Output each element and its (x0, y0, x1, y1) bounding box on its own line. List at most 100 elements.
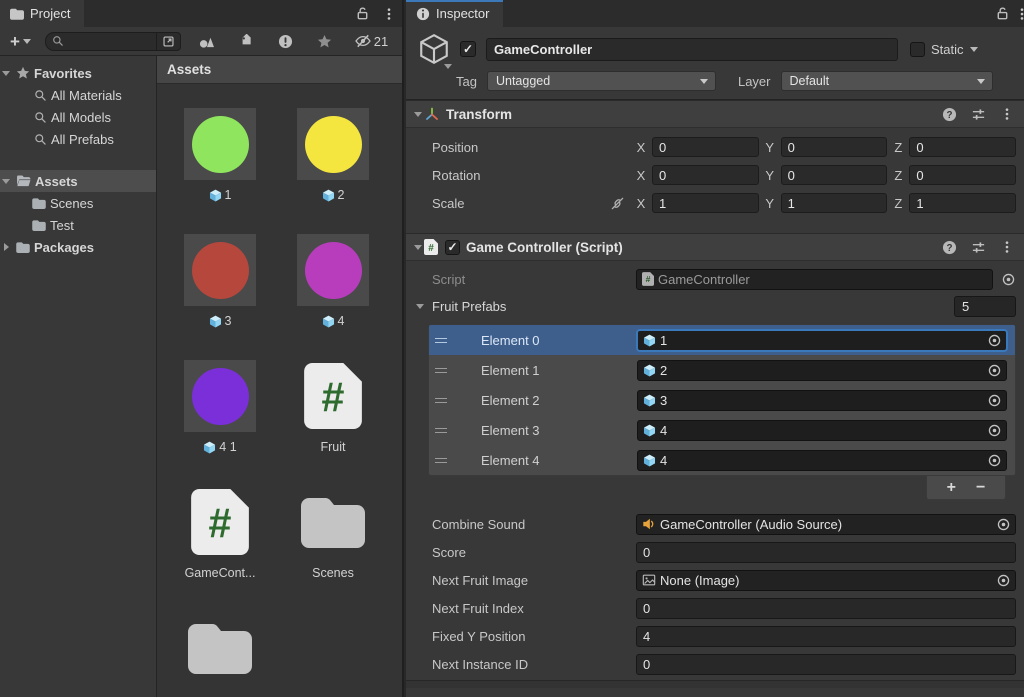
element-4-object-field[interactable]: 4 (637, 450, 1007, 471)
unlock-icon[interactable] (355, 6, 370, 21)
position-x-field[interactable]: 0 (652, 137, 759, 157)
element-3-object-field[interactable]: 4 (637, 420, 1007, 441)
element-2-row[interactable]: Element 2 3 (429, 385, 1015, 415)
link-off-icon[interactable] (610, 196, 625, 211)
next-fruit-image-object-field[interactable]: None (Image) (636, 570, 1016, 591)
search-input[interactable] (64, 34, 144, 48)
asset-prefab-2[interactable]: 2 (297, 108, 369, 203)
hidden-packages-button[interactable]: 21 (348, 29, 394, 53)
element-1-object-field[interactable]: 2 (637, 360, 1007, 381)
fixed-y-position-field[interactable]: 4 (636, 626, 1016, 647)
unlock-icon[interactable] (995, 6, 1010, 21)
position-z-field[interactable]: 0 (909, 137, 1016, 157)
tab-project[interactable]: Project (0, 0, 84, 27)
next-instance-id-field[interactable]: 0 (636, 654, 1016, 675)
asset-label: 4 1 (219, 440, 236, 454)
asset-prefab-1[interactable]: 1 (184, 108, 256, 203)
object-picker-icon[interactable] (987, 423, 1002, 438)
search-by-importlog-button[interactable] (269, 29, 301, 53)
presets-icon[interactable] (971, 107, 986, 122)
foldout-open-icon[interactable] (412, 245, 424, 250)
gamecontroller-script-header[interactable]: ✓ Game Controller (Script) (406, 233, 1024, 261)
foldout-open-icon[interactable] (412, 112, 424, 117)
next-fruit-index-field[interactable]: 0 (636, 598, 1016, 619)
foldout-open-icon[interactable] (0, 71, 12, 76)
element-4-row[interactable]: Element 4 4 (429, 445, 1015, 475)
drag-handle-icon[interactable] (435, 428, 447, 433)
element-3-row[interactable]: Element 3 4 (429, 415, 1015, 445)
object-picker-icon[interactable] (1001, 272, 1016, 287)
asset-prefab-4-1[interactable]: 4 1 (184, 360, 256, 455)
asset-script-fruit[interactable]: Fruit (297, 360, 369, 455)
rotation-x-field[interactable]: 0 (652, 165, 759, 185)
tag-dropdown[interactable]: Untagged (487, 71, 716, 91)
foldout-closed-icon[interactable] (0, 243, 12, 251)
save-search-button[interactable] (309, 29, 341, 53)
score-field[interactable]: 0 (636, 542, 1016, 563)
active-checkbox[interactable]: ✓ (460, 41, 476, 57)
gameobject-name-input[interactable] (486, 38, 898, 61)
layer-dropdown[interactable]: Default (781, 71, 993, 91)
gameobject-icon-button[interactable] (414, 32, 454, 66)
tree-item-packages[interactable]: Packages (0, 236, 156, 258)
presets-icon[interactable] (971, 240, 986, 255)
scale-z-field[interactable]: 1 (909, 193, 1016, 213)
kebab-menu-icon[interactable] (1015, 7, 1024, 21)
tree-item-scenes[interactable]: Scenes (0, 192, 156, 214)
create-asset-button[interactable]: + (4, 30, 37, 52)
search-by-label-button[interactable] (230, 29, 262, 53)
tree-item-all-materials[interactable]: All Materials (0, 84, 156, 106)
rotation-z-field[interactable]: 0 (909, 165, 1016, 185)
kebab-menu-icon[interactable] (1000, 107, 1014, 121)
object-picker-icon[interactable] (987, 453, 1002, 468)
component-enabled-checkbox[interactable]: ✓ (445, 240, 460, 255)
tree-item-all-prefabs[interactable]: All Prefabs (0, 128, 156, 150)
add-element-button[interactable]: + (947, 480, 956, 496)
asset-prefab-4[interactable]: 4 (297, 234, 369, 329)
scale-y-field[interactable]: 1 (781, 193, 888, 213)
scale-x-field[interactable]: 1 (652, 193, 759, 213)
element-2-object-field[interactable]: 3 (637, 390, 1007, 411)
transform-header[interactable]: Transform (406, 100, 1024, 128)
kebab-menu-icon[interactable] (1000, 240, 1014, 254)
project-search-field[interactable] (45, 32, 157, 51)
asset-folder-scenes[interactable]: Scenes (297, 486, 369, 581)
tree-item-test[interactable]: Test (0, 214, 156, 236)
element-0-object-field[interactable]: 1 (637, 330, 1007, 351)
tab-inspector[interactable]: Inspector (406, 0, 503, 27)
drag-handle-icon[interactable] (435, 368, 447, 373)
project-toolbar: + 21 (0, 27, 402, 56)
tree-item-favorites[interactable]: Favorites (0, 62, 156, 84)
drag-handle-icon[interactable] (435, 338, 447, 343)
object-picker-icon[interactable] (987, 363, 1002, 378)
drag-handle-icon[interactable] (435, 398, 447, 403)
tree-item-assets[interactable]: Assets (0, 170, 156, 192)
asset-prefab-3[interactable]: 3 (184, 234, 256, 329)
help-icon[interactable] (942, 107, 957, 122)
object-picker-icon[interactable] (987, 393, 1002, 408)
script-object-field[interactable]: GameController (636, 269, 993, 290)
rotation-y-field[interactable]: 0 (781, 165, 888, 185)
position-y-field[interactable]: 0 (781, 137, 888, 157)
element-0-row[interactable]: Element 0 1 (429, 325, 1015, 355)
drag-handle-icon[interactable] (435, 458, 447, 463)
remove-element-button[interactable]: − (976, 480, 985, 496)
kebab-menu-icon[interactable] (382, 7, 396, 21)
tree-item-all-models[interactable]: All Models (0, 106, 156, 128)
object-picker-icon[interactable] (996, 517, 1011, 532)
foldout-open-icon[interactable] (0, 179, 12, 184)
static-checkbox[interactable] (910, 42, 925, 57)
object-picker-icon[interactable] (987, 333, 1002, 348)
open-search-window-button[interactable] (157, 32, 181, 51)
fruit-prefabs-header[interactable]: Fruit Prefabs 5 (406, 293, 1024, 319)
combine-sound-object-field[interactable]: GameController (Audio Source) (636, 514, 1016, 535)
static-dropdown-caret[interactable] (970, 47, 978, 52)
object-picker-icon[interactable] (996, 573, 1011, 588)
element-1-row[interactable]: Element 1 2 (429, 355, 1015, 385)
help-icon[interactable] (942, 240, 957, 255)
search-by-type-button[interactable] (191, 29, 223, 53)
asset-folder-test[interactable] (184, 612, 256, 697)
array-size-field[interactable]: 5 (954, 296, 1016, 317)
foldout-open-icon[interactable] (414, 304, 426, 309)
asset-script-gamecontroller[interactable]: GameCont... (184, 486, 256, 581)
